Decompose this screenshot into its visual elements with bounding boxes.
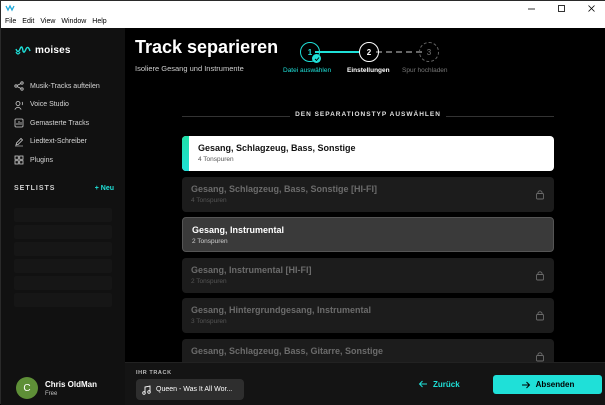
pen-icon xyxy=(14,137,24,147)
option-title: Gesang, Schlagzeug, Bass, Sonstige xyxy=(198,143,356,153)
page-title: Track separieren xyxy=(135,37,279,57)
logo[interactable]: moises xyxy=(15,45,71,56)
setlist-placeholder xyxy=(14,293,112,307)
avatar: C xyxy=(16,377,38,399)
menu-help[interactable]: Help xyxy=(92,15,106,28)
option-2-stems-hifi[interactable]: Gesang, Instrumental [HI-FI] 2 Tonspuren xyxy=(182,258,554,293)
setlist-placeholder xyxy=(14,225,112,239)
sidebar: moises Musik-Tracks aufteilen Voice Stud… xyxy=(1,28,125,405)
setlists-header: SETLISTS + Neu xyxy=(14,185,114,192)
lock-icon xyxy=(536,352,544,362)
new-setlist-button[interactable]: + Neu xyxy=(95,185,114,192)
option-title: Gesang, Hintergrundgesang, Instrumental xyxy=(191,305,372,315)
option-4-stems[interactable]: Gesang, Schlagzeug, Bass, Sonstige 4 Ton… xyxy=(182,136,554,171)
sidebar-item-mastered-tracks[interactable]: Gemasterte Tracks xyxy=(1,114,125,133)
stepper: 1 2 3 Datei auswählen Einstellungen Spur… xyxy=(283,40,465,80)
user-plan: Free xyxy=(45,390,58,397)
submit-button[interactable]: Absenden xyxy=(493,375,602,394)
setlist-placeholder xyxy=(14,276,112,290)
arrow-right-icon xyxy=(521,381,530,388)
minimize-icon xyxy=(527,8,535,9)
app-window: File Edit View Window Help moises Musik-… xyxy=(0,0,605,405)
close-icon xyxy=(587,4,595,12)
master-icon xyxy=(14,118,24,128)
menu-bar: File Edit View Window Help xyxy=(1,15,605,28)
step-1-label: Datei auswählen xyxy=(283,67,332,74)
title-bar xyxy=(1,1,605,15)
music-note-icon xyxy=(142,384,151,395)
option-subtitle: 2 Tonspuren xyxy=(191,278,227,285)
option-4-stems-hifi[interactable]: Gesang, Schlagzeug, Bass, Sonstige [HI-F… xyxy=(182,177,554,212)
lock-icon xyxy=(536,271,544,281)
sidebar-item-label: Plugins xyxy=(30,156,53,164)
check-icon xyxy=(312,54,321,63)
user-name: Chris OldMan xyxy=(45,379,98,389)
back-button[interactable]: Zurück xyxy=(418,377,460,391)
section-title: DEN SEPARATIONSTYP AUSWÄHLEN xyxy=(295,111,441,118)
menu-edit[interactable]: Edit xyxy=(22,15,34,28)
sidebar-item-voice-studio[interactable]: Voice Studio xyxy=(1,96,125,115)
option-subtitle: 4 Tonspuren xyxy=(191,197,227,204)
lock-icon xyxy=(536,311,544,321)
menu-window[interactable]: Window xyxy=(61,15,86,28)
selected-accent xyxy=(182,136,189,171)
step-3-circle: 3 xyxy=(419,42,439,62)
arrow-left-icon xyxy=(418,380,427,388)
step-2-circle: 2 xyxy=(359,42,379,62)
setlist-placeholder xyxy=(14,242,112,256)
option-title: Gesang, Schlagzeug, Bass, Sonstige [HI-F… xyxy=(191,184,378,194)
selected-track[interactable]: Queen - Was It All Wor... xyxy=(136,379,244,400)
maximize-icon xyxy=(557,4,565,12)
setlist-placeholder xyxy=(14,208,112,222)
voice-icon xyxy=(14,100,24,110)
option-subtitle: 2 Tonspuren xyxy=(192,238,228,245)
sidebar-item-label: Musik-Tracks aufteilen xyxy=(30,82,100,90)
option-title: Gesang, Instrumental xyxy=(192,225,285,235)
moises-logo-icon xyxy=(15,45,31,55)
sidebar-item-lyrics-writer[interactable]: Liedtext-Schreiber xyxy=(1,133,125,152)
minimize-button[interactable] xyxy=(516,1,546,15)
setlist-placeholder xyxy=(14,259,112,273)
option-3-stems[interactable]: Gesang, Hintergrundgesang, Instrumental … xyxy=(182,298,554,333)
maximize-button[interactable] xyxy=(546,1,576,15)
sidebar-item-split[interactable]: Musik-Tracks aufteilen xyxy=(1,77,125,96)
track-name: Queen - Was It All Wor... xyxy=(156,386,233,393)
step-2-label: Einstellungen xyxy=(347,67,390,74)
bottom-bar: IHR TRACK Queen - Was It All Wor... Zurü… xyxy=(125,362,605,405)
setlists-title: SETLISTS xyxy=(14,185,56,192)
logo-text: moises xyxy=(35,45,71,56)
page-subtitle: Isoliere Gesang und Instrumente xyxy=(135,64,244,73)
option-title: Gesang, Instrumental [HI-FI] xyxy=(191,265,312,275)
option-2-stems[interactable]: Gesang, Instrumental 2 Tonspuren xyxy=(182,217,554,252)
option-subtitle: 4 Tonspuren xyxy=(198,156,234,163)
section-header: DEN SEPARATIONSTYP AUSWÄHLEN xyxy=(182,111,554,121)
step-connector-done xyxy=(315,51,359,53)
user-profile[interactable]: C Chris OldMan Free xyxy=(16,377,97,399)
back-label: Zurück xyxy=(433,379,460,389)
sidebar-nav: Musik-Tracks aufteilen Voice Studio Gema… xyxy=(1,77,125,170)
window-controls xyxy=(516,1,605,15)
sidebar-item-label: Gemasterte Tracks xyxy=(30,119,90,127)
close-button[interactable] xyxy=(576,1,605,15)
sidebar-item-plugins[interactable]: Plugins xyxy=(1,151,125,170)
step-connector-pending xyxy=(376,51,422,53)
main-panel: Track separieren Isoliere Gesang und Ins… xyxy=(125,28,605,405)
option-subtitle: 3 Tonspuren xyxy=(191,318,227,325)
step-3-label: Spur hochladen xyxy=(402,67,448,74)
menu-view[interactable]: View xyxy=(40,15,55,28)
plugins-icon xyxy=(14,155,24,165)
sidebar-item-label: Liedtext-Schreiber xyxy=(30,138,87,146)
sidebar-item-label: Voice Studio xyxy=(30,101,69,109)
split-icon xyxy=(14,81,24,91)
submit-label: Absenden xyxy=(535,380,575,389)
track-label: IHR TRACK xyxy=(136,370,172,376)
option-title: Gesang, Schlagzeug, Bass, Gitarre, Sonst… xyxy=(191,346,384,356)
menu-file[interactable]: File xyxy=(5,15,16,28)
app-icon xyxy=(5,4,15,12)
lock-icon xyxy=(536,190,544,200)
